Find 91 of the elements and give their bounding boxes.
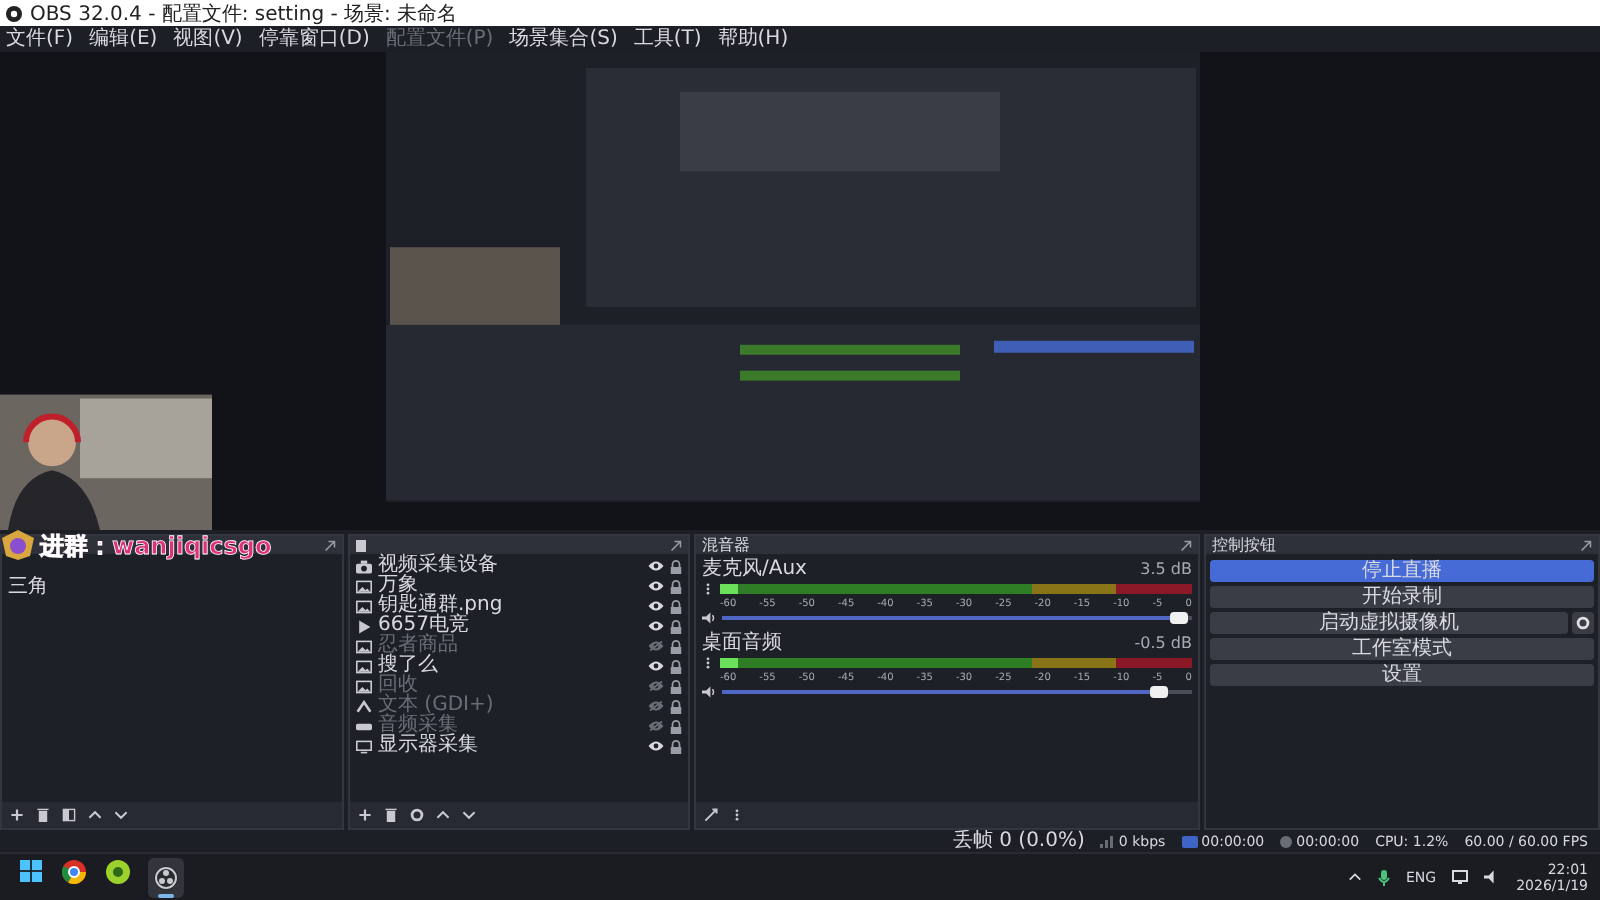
signal-bars-icon	[1100, 835, 1115, 847]
play-icon	[356, 619, 372, 633]
undock-icon[interactable]	[324, 539, 336, 551]
document-icon	[356, 539, 366, 551]
text-icon	[356, 699, 372, 713]
status-text: 丢帧 0 (0.0%)	[952, 830, 1085, 852]
lock-icon[interactable]	[670, 599, 682, 613]
obs-icon[interactable]	[154, 865, 178, 889]
eye-icon[interactable]	[648, 600, 664, 612]
broadcast-icon	[1181, 835, 1198, 847]
source-item[interactable]: 视频采集设备	[378, 556, 642, 576]
lock-icon[interactable]	[670, 639, 682, 653]
eye-icon[interactable]	[648, 660, 664, 672]
menu-item[interactable]: 帮助(H)	[717, 27, 789, 51]
chevron-up-icon[interactable]	[1348, 872, 1362, 882]
scene-item[interactable]: 三角	[2, 578, 342, 598]
filter-icon[interactable]	[62, 808, 76, 822]
speaker-icon[interactable]	[702, 686, 716, 698]
lock-icon[interactable]	[670, 739, 682, 753]
image-icon	[356, 599, 372, 613]
control-button[interactable]: 启动虚拟摄像机	[1210, 612, 1568, 634]
undock-icon[interactable]	[670, 539, 682, 551]
banner-text: 进群：wanjiqicsgo	[40, 531, 272, 559]
settings-button[interactable]	[1572, 612, 1594, 634]
menu-item[interactable]: 停靠窗口(D)	[258, 27, 370, 51]
audio-device-icon	[356, 719, 372, 733]
delete-icon[interactable]	[384, 808, 398, 822]
menu-item[interactable]: 编辑(E)	[89, 27, 158, 51]
lock-icon[interactable]	[670, 719, 682, 733]
lock-icon[interactable]	[670, 679, 682, 693]
up-icon[interactable]	[436, 808, 450, 822]
lock-icon[interactable]	[670, 559, 682, 573]
delete-icon[interactable]	[36, 808, 50, 822]
more-icon[interactable]	[702, 582, 714, 596]
control-button[interactable]: 工作室模式	[1210, 638, 1594, 660]
channel-name: 麦克风/Aux	[702, 560, 807, 580]
undock-icon[interactable]	[1180, 539, 1192, 551]
control-button[interactable]: 设置	[1210, 664, 1594, 686]
monitor-icon[interactable]	[1452, 870, 1469, 884]
menu-item[interactable]: 文件(F)	[6, 27, 74, 51]
more-icon[interactable]	[702, 656, 714, 670]
eye-icon[interactable]	[648, 560, 664, 572]
up-icon[interactable]	[88, 808, 102, 822]
camera-icon	[356, 559, 372, 573]
source-item[interactable]: 搜了么	[378, 656, 642, 676]
record-icon	[1280, 835, 1293, 847]
menu-item[interactable]: 视图(V)	[173, 27, 243, 51]
app-logo-icon	[6, 5, 22, 21]
undock-icon[interactable]	[1580, 539, 1592, 551]
microphone-icon[interactable]	[1378, 869, 1390, 885]
running-indicator	[158, 893, 174, 897]
monitor-icon	[356, 739, 372, 753]
image-icon	[356, 579, 372, 593]
lock-icon[interactable]	[670, 699, 682, 713]
lock-icon[interactable]	[670, 579, 682, 593]
lock-icon[interactable]	[670, 659, 682, 673]
source-item[interactable]: 钥匙通群.png	[378, 596, 642, 616]
eye-off-icon[interactable]	[648, 700, 664, 712]
dock-title: 混音器	[702, 536, 750, 554]
add-icon[interactable]	[10, 808, 24, 822]
eye-icon[interactable]	[648, 740, 664, 752]
volume-reading: -0.5 dB	[1134, 634, 1192, 654]
eye-icon[interactable]	[648, 580, 664, 592]
add-icon[interactable]	[358, 808, 372, 822]
browser-icon[interactable]	[62, 859, 86, 883]
link-icon[interactable]	[704, 808, 718, 822]
window-title: OBS 32.0.4 - 配置文件: setting - 场景: 未命名	[30, 1, 458, 25]
source-item[interactable]: 万象	[378, 576, 642, 596]
channel-name: 桌面音频	[702, 634, 782, 654]
source-item[interactable]: 6657电竞	[378, 616, 642, 636]
image-icon	[356, 679, 372, 693]
dock-title: 控制按钮	[1212, 536, 1276, 554]
slider-thumb[interactable]	[1150, 686, 1169, 698]
eye-icon[interactable]	[648, 620, 664, 632]
speaker-icon[interactable]	[702, 612, 716, 624]
badge-icon	[0, 530, 36, 560]
source-item[interactable]: 显示器采集	[378, 736, 642, 756]
gear-icon[interactable]	[410, 808, 424, 822]
image-icon	[356, 659, 372, 673]
image-icon	[356, 639, 372, 653]
menu-item[interactable]: 工具(T)	[633, 27, 702, 51]
control-button[interactable]: 开始录制	[1210, 586, 1594, 608]
app-icon[interactable]	[106, 859, 130, 883]
down-icon[interactable]	[114, 808, 128, 822]
volume-reading: 3.5 dB	[1140, 560, 1192, 580]
slider-thumb[interactable]	[1169, 612, 1188, 624]
menu-item[interactable]: 场景集合(S)	[509, 27, 618, 51]
down-icon[interactable]	[462, 808, 476, 822]
lock-icon[interactable]	[670, 619, 682, 633]
windows-start-icon[interactable]	[19, 860, 41, 882]
more-icon[interactable]	[730, 808, 744, 822]
